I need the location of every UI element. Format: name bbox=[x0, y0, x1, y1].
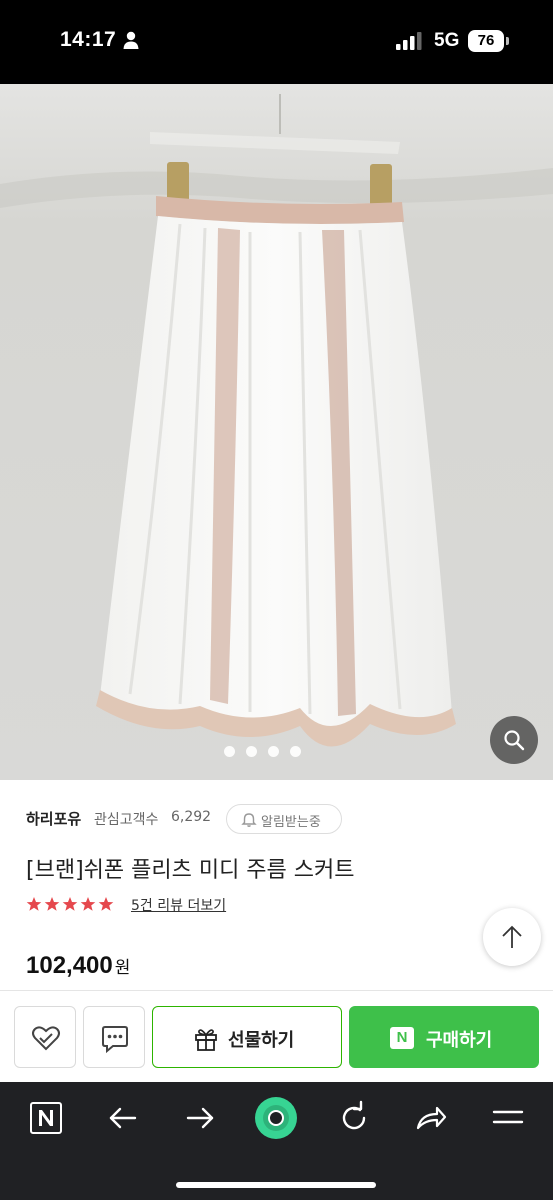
product-title: [브랜]쉬폰 플리츠 미디 주름 스커트 bbox=[26, 858, 355, 883]
battery-level: 76 bbox=[468, 30, 504, 52]
review-link[interactable]: 5건 리뷰 더보기 bbox=[131, 895, 226, 915]
scroll-top-button[interactable] bbox=[483, 908, 541, 966]
gift-button[interactable]: 선물하기 bbox=[152, 1006, 342, 1068]
gift-label: 선물하기 bbox=[228, 1030, 295, 1051]
refresh-icon[interactable] bbox=[336, 1100, 372, 1136]
network-type: 5G bbox=[434, 30, 460, 51]
status-bar: 14:17 5G 76 bbox=[0, 0, 553, 84]
carousel-dot[interactable] bbox=[268, 746, 279, 757]
share-icon[interactable] bbox=[413, 1100, 449, 1136]
green-dot-icon[interactable] bbox=[254, 1096, 298, 1140]
talk-button[interactable] bbox=[83, 1006, 145, 1068]
chat-bubble-icon bbox=[102, 1026, 128, 1054]
alarm-button[interactable]: 알림받는중 bbox=[226, 804, 342, 834]
wish-button[interactable] bbox=[14, 1006, 76, 1068]
heart-check-icon bbox=[32, 1026, 60, 1051]
interest-label: 관심고객수 bbox=[94, 812, 159, 828]
person-icon bbox=[123, 31, 139, 49]
star-icon bbox=[80, 897, 96, 911]
zoom-button[interactable] bbox=[490, 716, 538, 764]
star-icon bbox=[98, 897, 114, 911]
buy-button[interactable]: N 구매하기 bbox=[349, 1006, 539, 1068]
alarm-label: 알림받는중 bbox=[261, 815, 321, 830]
product-info: 하리포유 관심고객수 6,292 알림받는중 [브랜]쉬폰 플리츠 미디 주름 … bbox=[0, 780, 553, 990]
signal-icon bbox=[396, 32, 422, 50]
star-icon bbox=[62, 897, 78, 911]
star-icon bbox=[44, 897, 60, 911]
battery-indicator: 76 bbox=[468, 30, 510, 52]
carousel-dot[interactable] bbox=[246, 746, 257, 757]
product-image[interactable] bbox=[0, 84, 553, 780]
home-indicator[interactable] bbox=[176, 1182, 376, 1188]
forward-arrow-icon[interactable] bbox=[182, 1100, 218, 1136]
rating-stars bbox=[26, 896, 114, 912]
store-name[interactable]: 하리포유 bbox=[26, 808, 81, 829]
carousel-dot[interactable] bbox=[224, 746, 235, 757]
buy-label: 구매하기 bbox=[426, 1030, 493, 1051]
bell-icon bbox=[241, 813, 257, 827]
status-time: 14:17 bbox=[60, 28, 117, 51]
price-unit: 원 bbox=[114, 958, 131, 977]
arrow-up-icon bbox=[502, 925, 522, 948]
carousel-dots[interactable] bbox=[224, 746, 301, 757]
star-icon bbox=[26, 897, 42, 911]
back-arrow-icon[interactable] bbox=[105, 1100, 141, 1136]
price: 102,400 원 bbox=[26, 952, 130, 980]
battery-tip bbox=[506, 37, 509, 45]
gift-icon bbox=[195, 1029, 217, 1051]
menu-icon[interactable] bbox=[490, 1100, 526, 1136]
skirt-photo bbox=[0, 84, 553, 780]
price-value: 102,400 bbox=[26, 952, 113, 979]
naver-logo-icon: N bbox=[390, 1027, 414, 1049]
interest-count: 6,292 bbox=[171, 809, 212, 825]
carousel-dot[interactable] bbox=[290, 746, 301, 757]
search-icon bbox=[504, 730, 525, 751]
purchase-action-bar: 선물하기 N 구매하기 bbox=[0, 990, 553, 1082]
naver-home-icon[interactable] bbox=[28, 1100, 64, 1136]
